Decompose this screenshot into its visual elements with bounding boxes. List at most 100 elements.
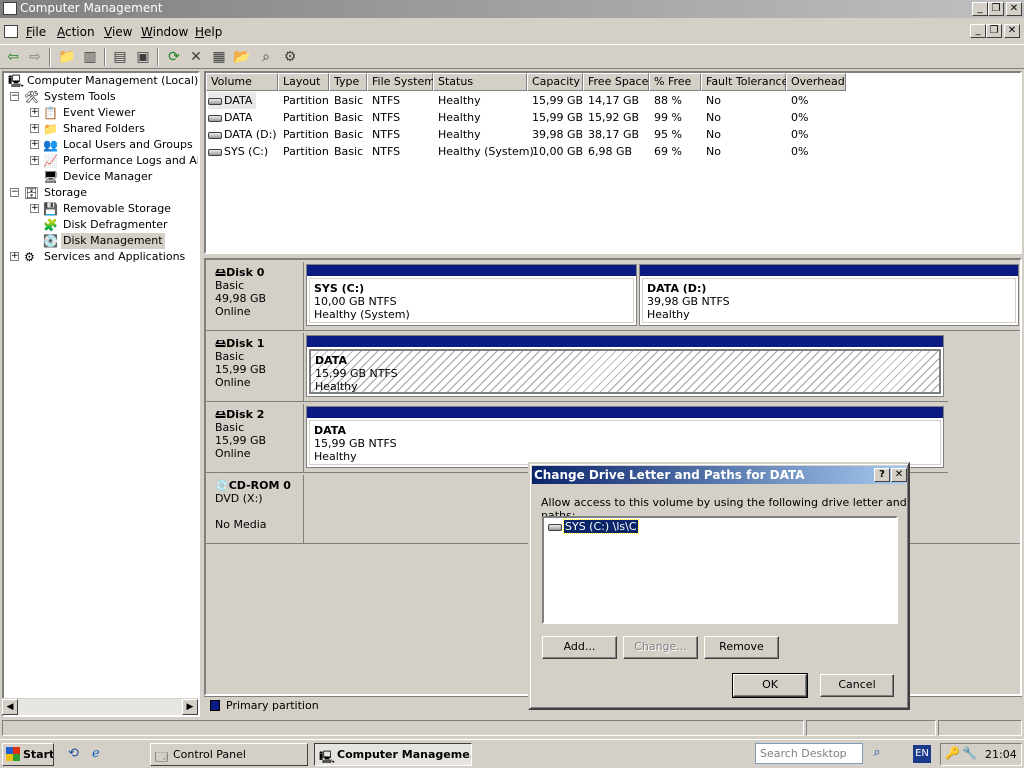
column-header-percent-free[interactable]: % Free [649, 73, 701, 91]
open-folder-icon[interactable]: 📂 [232, 48, 252, 66]
partition-data-disk2[interactable]: DATA 15,99 GB NTFS Healthy [306, 406, 944, 468]
menu-bar: File Action View Window Help _ ❐ ✕ [0, 22, 1024, 42]
show-desktop-icon[interactable]: ⟲ [68, 746, 84, 762]
back-arrow-icon[interactable]: ⇦ [3, 48, 23, 66]
column-header-overhead[interactable]: Overhead [786, 73, 846, 91]
cell-percent-free: 99 % [654, 111, 682, 124]
refresh-icon[interactable]: ⟳ [164, 48, 184, 66]
table-row[interactable]: SYS (C:) [208, 143, 268, 160]
menu-view[interactable]: View [104, 25, 132, 39]
performance-icon: 📈 [43, 154, 58, 168]
search-desktop-input[interactable]: Search Desktop [755, 743, 863, 764]
cell-overhead: 0% [791, 145, 809, 158]
column-header-free-space[interactable]: Free Space [583, 73, 649, 91]
expand-icon[interactable]: + [30, 204, 39, 213]
column-header-status[interactable]: Status [433, 73, 527, 91]
column-header-capacity[interactable]: Capacity [527, 73, 583, 91]
delete-icon[interactable]: ✕ [186, 48, 206, 66]
help-icon[interactable]: ▣ [133, 48, 153, 66]
event-viewer-icon: 📋 [43, 106, 58, 120]
tray-network-icon[interactable]: 🔑 [945, 746, 960, 760]
properties-sheet-icon[interactable]: ▦ [209, 48, 229, 66]
cell-status: Healthy [438, 128, 481, 141]
expand-icon[interactable]: + [30, 156, 39, 165]
scroll-right-icon[interactable]: ▶ [182, 699, 198, 715]
tree-horizontal-scrollbar[interactable]: ◀ ▶ [2, 698, 198, 715]
cell-status: Healthy [438, 111, 481, 124]
disk-2-label[interactable]: 🖴Disk 2 Basic 15,99 GB Online [208, 404, 304, 472]
change-button[interactable]: Change... [623, 636, 698, 659]
disk-1-label[interactable]: 🖴Disk 1 Basic 15,99 GB Online [208, 333, 304, 401]
status-pane-main [2, 720, 804, 736]
menu-window[interactable]: Window [141, 25, 188, 39]
column-header-layout[interactable]: Layout [278, 73, 329, 91]
close-button[interactable]: ✕ [1006, 2, 1022, 16]
dialog-help-button[interactable]: ? [874, 468, 890, 482]
cell-layout: Partition [283, 94, 329, 107]
expand-icon[interactable]: + [30, 140, 39, 149]
expand-icon[interactable]: + [30, 108, 39, 117]
expand-icon[interactable]: + [30, 124, 39, 133]
table-row[interactable]: DATA [208, 109, 252, 126]
partition-sys-c[interactable]: SYS (C:) 10,00 GB NTFS Healthy (System) [306, 264, 637, 326]
child-close-button[interactable]: ✕ [1004, 24, 1020, 38]
menu-file[interactable]: File [26, 25, 46, 39]
show-hide-tree-icon[interactable]: ▥ [80, 48, 100, 66]
ok-button[interactable]: OK [732, 673, 808, 698]
language-indicator[interactable]: EN [913, 745, 931, 763]
cell-free-space: 6,98 GB [588, 145, 633, 158]
child-restore-button[interactable]: ❐ [986, 24, 1002, 38]
column-header-file-system[interactable]: File System [367, 73, 435, 91]
services-icon: ⚙ [24, 250, 35, 264]
list-item[interactable]: SYS (C:) \ls\C [548, 519, 639, 534]
clock[interactable]: 21:04 [985, 748, 1017, 761]
table-row[interactable]: DATA (D:) [208, 126, 277, 143]
start-button[interactable]: Start [2, 743, 54, 766]
computer-icon: 🖳 [8, 74, 25, 88]
restore-button[interactable]: ❐ [988, 2, 1004, 16]
disk-management-icon: 💽 [43, 234, 58, 248]
expand-icon[interactable]: + [10, 252, 19, 261]
volume-list: Volume Layout Type File System Status Ca… [204, 71, 1022, 254]
search-icon[interactable]: ⌕ [256, 48, 276, 66]
cancel-button[interactable]: Cancel [820, 674, 894, 697]
control-panel-icon: 🗔 [155, 750, 169, 764]
menu-action[interactable]: Action [57, 25, 95, 39]
search-icon[interactable]: ⌕ [866, 743, 888, 764]
forward-arrow-icon[interactable]: ⇨ [25, 48, 45, 66]
partition-data-d[interactable]: DATA (D:) 39,98 GB NTFS Healthy [639, 264, 1019, 326]
internet-explorer-icon[interactable]: ℯ [92, 746, 108, 762]
up-folder-icon[interactable]: 📁 [57, 48, 77, 66]
cdrom-0-label[interactable]: 💿CD-ROM 0 DVD (X:) No Media [208, 475, 304, 543]
partition-data-disk1[interactable]: DATA 15,99 GB NTFS Healthy [306, 335, 944, 397]
tray-volume-icon[interactable]: 🔧 [962, 746, 977, 760]
tree-item-perf-logs[interactable]: + 📈 Performance Logs and Alerts [4, 153, 198, 169]
table-row[interactable]: DATA [208, 92, 257, 109]
window-title-bar[interactable]: Computer Management _ ❐ ✕ [0, 0, 1024, 18]
menu-help[interactable]: Help [195, 25, 222, 39]
scroll-left-icon[interactable]: ◀ [2, 699, 18, 715]
mmc-child-icon[interactable] [4, 25, 18, 38]
disk-0-label[interactable]: 🖴Disk 0 Basic 49,98 GB Online [208, 262, 304, 330]
collapse-icon[interactable]: − [10, 188, 19, 197]
dialog-close-button[interactable]: ✕ [891, 468, 907, 482]
drive-path-list[interactable]: SYS (C:) \ls\C [542, 516, 898, 624]
column-header-volume[interactable]: Volume [206, 73, 278, 91]
add-button[interactable]: Add... [542, 636, 617, 659]
column-header-type[interactable]: Type [329, 73, 367, 91]
remove-button[interactable]: Remove [704, 636, 779, 659]
cell-free-space: 14,17 GB [588, 94, 640, 107]
cell-layout: Partition [283, 128, 329, 141]
taskbar-control-panel[interactable]: 🗔 Control Panel [150, 743, 308, 766]
collapse-icon[interactable]: − [10, 92, 19, 101]
settings-icon[interactable]: ⚙ [280, 48, 300, 66]
column-header-fault-tolerance[interactable]: Fault Tolerance [701, 73, 788, 91]
taskbar-computer-management[interactable]: 🖳 Computer Manageme... [314, 743, 472, 766]
cell-percent-free: 95 % [654, 128, 682, 141]
child-minimize-button[interactable]: _ [970, 24, 986, 38]
minimize-button[interactable]: _ [972, 2, 988, 16]
dialog-title: Change Drive Letter and Paths for DATA [534, 468, 805, 482]
properties-icon[interactable]: ▤ [110, 48, 130, 66]
dialog-title-bar[interactable]: Change Drive Letter and Paths for DATA [532, 466, 906, 484]
window-title: Computer Management [20, 1, 163, 15]
